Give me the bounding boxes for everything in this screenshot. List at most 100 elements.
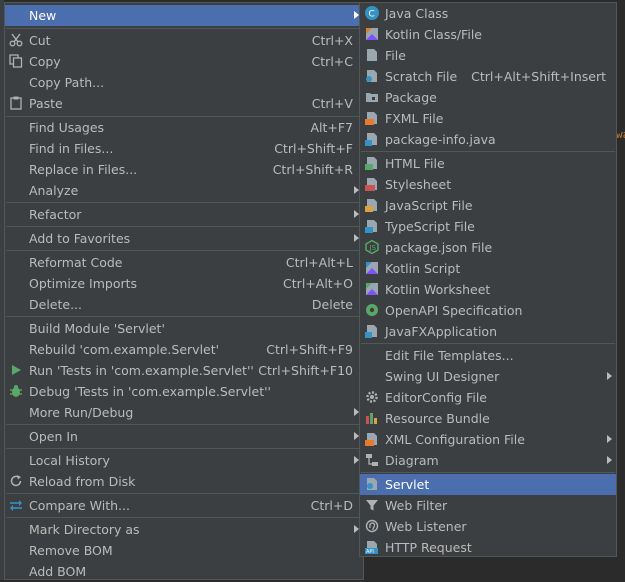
menu-item-label: More Run/Debug bbox=[29, 405, 134, 420]
kotlin-script-icon bbox=[365, 261, 379, 275]
new-item-package-info[interactable]: package-info.java bbox=[360, 129, 616, 150]
menu-item-delete[interactable]: Delete... Delete bbox=[5, 294, 363, 315]
shortcut-label: Ctrl+V bbox=[311, 96, 353, 111]
new-item-java-class[interactable]: C Java Class bbox=[360, 3, 616, 24]
menu-item-build-module[interactable]: Build Module 'Servlet' bbox=[5, 318, 363, 339]
new-item-swing-ui-designer[interactable]: Swing UI Designer bbox=[360, 366, 616, 387]
menu-item-reload-from-disk[interactable]: Reload from Disk bbox=[5, 471, 363, 492]
scissors-icon bbox=[9, 33, 23, 47]
menu-item-cut[interactable]: Cut Ctrl+X bbox=[5, 30, 363, 51]
menu-item-label: Debug 'Tests in 'com.example.Servlet'' bbox=[29, 384, 271, 399]
menu-item-label: File bbox=[385, 48, 406, 63]
menu-item-optimize-imports[interactable]: Optimize Imports Ctrl+Alt+O bbox=[5, 273, 363, 294]
menu-item-label: Mark Directory as bbox=[29, 522, 140, 537]
menu-item-new[interactable]: New bbox=[5, 5, 363, 26]
menu-separator bbox=[6, 448, 362, 449]
menu-separator bbox=[6, 226, 362, 227]
menu-item-label: Kotlin Worksheet bbox=[385, 282, 491, 297]
new-item-stylesheet[interactable]: Stylesheet bbox=[360, 174, 616, 195]
menu-item-label: Resource Bundle bbox=[385, 411, 490, 426]
package-icon bbox=[365, 90, 379, 104]
editor-code-fragment: wa bbox=[616, 128, 625, 141]
new-item-fxml-file[interactable]: FXML File bbox=[360, 108, 616, 129]
menu-item-label: Delete... bbox=[29, 297, 82, 312]
new-item-typescript-file[interactable]: TypeScript File bbox=[360, 216, 616, 237]
run-icon bbox=[9, 363, 23, 377]
new-item-http-request[interactable]: API HTTP Request bbox=[360, 537, 616, 558]
menu-item-label: Rebuild 'com.example.Servlet' bbox=[29, 342, 220, 357]
new-item-editorconfig-file[interactable]: EditorConfig File bbox=[360, 387, 616, 408]
html-file-icon bbox=[365, 156, 379, 170]
menu-item-add-to-favorites[interactable]: Add to Favorites bbox=[5, 228, 363, 249]
menu-item-open-in[interactable]: Open In bbox=[5, 426, 363, 447]
shortcut-label: Ctrl+Shift+F10 bbox=[258, 363, 353, 378]
menu-item-label: Analyze bbox=[29, 183, 79, 198]
menu-item-label: Build Module 'Servlet' bbox=[29, 321, 165, 336]
menu-item-find-usages[interactable]: Find Usages Alt+F7 bbox=[5, 117, 363, 138]
menu-item-label: TypeScript File bbox=[385, 219, 475, 234]
menu-item-more-run-debug[interactable]: More Run/Debug bbox=[5, 402, 363, 423]
menu-item-analyze[interactable]: Analyze bbox=[5, 180, 363, 201]
new-item-openapi-spec[interactable]: OpenAPI Specification bbox=[360, 300, 616, 321]
new-item-scratch-file[interactable]: Scratch File Ctrl+Alt+Shift+Insert bbox=[360, 66, 616, 87]
menu-item-label: Swing UI Designer bbox=[385, 369, 500, 384]
menu-item-add-bom[interactable]: Add BOM bbox=[5, 561, 363, 582]
servlet-icon bbox=[365, 477, 379, 491]
menu-item-replace-in-files[interactable]: Replace in Files... Ctrl+Shift+R bbox=[5, 159, 363, 180]
new-item-package-json[interactable]: JS package.json File bbox=[360, 237, 616, 258]
menu-item-reformat-code[interactable]: Reformat Code Ctrl+Alt+L bbox=[5, 252, 363, 273]
reload-icon bbox=[9, 474, 23, 488]
shortcut-label: Alt+F7 bbox=[310, 120, 353, 135]
menu-item-run-tests[interactable]: Run 'Tests in 'com.example.Servlet'' Ctr… bbox=[5, 360, 363, 381]
menu-item-label: New bbox=[29, 8, 57, 23]
java-file-icon bbox=[365, 132, 379, 146]
new-item-servlet[interactable]: Servlet bbox=[360, 474, 616, 495]
new-item-resource-bundle[interactable]: Resource Bundle bbox=[360, 408, 616, 429]
new-item-web-listener[interactable]: Web Listener bbox=[360, 516, 616, 537]
menu-item-label: Add BOM bbox=[29, 564, 87, 579]
paste-icon bbox=[9, 96, 23, 110]
new-item-diagram[interactable]: Diagram bbox=[360, 450, 616, 471]
menu-item-rebuild[interactable]: Rebuild 'com.example.Servlet' Ctrl+Shift… bbox=[5, 339, 363, 360]
new-item-html-file[interactable]: HTML File bbox=[360, 153, 616, 174]
new-item-file[interactable]: File bbox=[360, 45, 616, 66]
filter-icon bbox=[365, 498, 379, 512]
menu-item-find-in-files[interactable]: Find in Files... Ctrl+Shift+F bbox=[5, 138, 363, 159]
menu-item-label: Web Filter bbox=[385, 498, 448, 513]
svg-text:JS: JS bbox=[369, 244, 377, 252]
menu-separator bbox=[6, 316, 362, 317]
menu-item-label: Replace in Files... bbox=[29, 162, 138, 177]
new-item-edit-file-templates[interactable]: Edit File Templates... bbox=[360, 345, 616, 366]
new-item-kotlin-script[interactable]: Kotlin Script bbox=[360, 258, 616, 279]
new-item-javascript-file[interactable]: JavaScript File bbox=[360, 195, 616, 216]
new-item-package[interactable]: Package bbox=[360, 87, 616, 108]
menu-item-local-history[interactable]: Local History bbox=[5, 450, 363, 471]
menu-item-paste[interactable]: Paste Ctrl+V bbox=[5, 93, 363, 114]
menu-item-mark-directory-as[interactable]: Mark Directory as bbox=[5, 519, 363, 540]
ts-file-icon bbox=[365, 219, 379, 233]
menu-item-compare-with[interactable]: Compare With... Ctrl+D bbox=[5, 495, 363, 516]
menu-item-label: JavaScript File bbox=[385, 198, 473, 213]
new-submenu: C Java Class Kotlin Class/File File Scra… bbox=[359, 2, 617, 557]
menu-item-copy[interactable]: Copy Ctrl+C bbox=[5, 51, 363, 72]
new-item-kotlin-class[interactable]: Kotlin Class/File bbox=[360, 24, 616, 45]
new-item-kotlin-worksheet[interactable]: Kotlin Worksheet bbox=[360, 279, 616, 300]
shortcut-label: Ctrl+Alt+L bbox=[285, 255, 353, 270]
menu-separator bbox=[6, 250, 362, 251]
menu-item-debug-tests[interactable]: Debug 'Tests in 'com.example.Servlet'' bbox=[5, 381, 363, 402]
menu-separator bbox=[6, 493, 362, 494]
java-file-icon bbox=[365, 324, 379, 338]
debug-icon bbox=[9, 384, 23, 398]
menu-item-remove-bom[interactable]: Remove BOM bbox=[5, 540, 363, 561]
new-item-javafx-application[interactable]: JavaFXApplication bbox=[360, 321, 616, 342]
diagram-icon bbox=[365, 453, 379, 467]
css-file-icon bbox=[365, 177, 379, 191]
new-item-web-filter[interactable]: Web Filter bbox=[360, 495, 616, 516]
menu-item-label: Find in Files... bbox=[29, 141, 114, 156]
menu-item-label: Reload from Disk bbox=[29, 474, 136, 489]
menu-item-refactor[interactable]: Refactor bbox=[5, 204, 363, 225]
new-item-xml-configuration-file[interactable]: XML Configuration File bbox=[360, 429, 616, 450]
menu-item-copy-path[interactable]: Copy Path... bbox=[5, 72, 363, 93]
resource-bundle-icon bbox=[365, 411, 379, 425]
menu-separator bbox=[6, 424, 362, 425]
